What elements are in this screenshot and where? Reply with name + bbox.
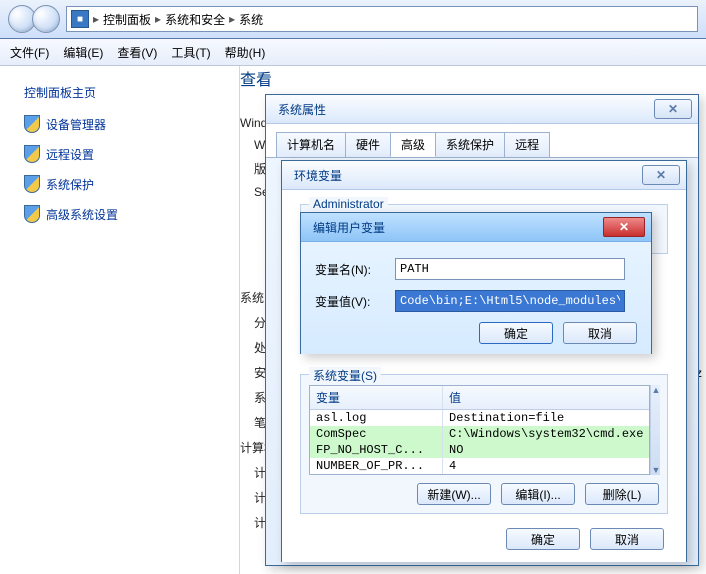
chevron-right-icon: ▸ xyxy=(229,12,235,26)
tab-advanced[interactable]: 高级 xyxy=(390,132,436,157)
menu-help[interactable]: 帮助(H) xyxy=(225,44,266,61)
menu-view[interactable]: 查看(V) xyxy=(117,44,157,61)
breadcrumb-item[interactable]: 系统 xyxy=(239,11,263,28)
dialog-title: 环境变量 xyxy=(294,167,342,184)
shield-icon xyxy=(24,205,40,223)
tab-remote[interactable]: 远程 xyxy=(504,132,550,157)
menu-bar: 文件(F) 编辑(E) 查看(V) 工具(T) 帮助(H) xyxy=(0,39,706,66)
ok-button[interactable]: 确定 xyxy=(506,528,580,550)
group-legend: Administrator xyxy=(309,197,388,211)
list-row[interactable]: ComSpecC:\Windows\system32\cmd.exe xyxy=(310,426,649,442)
sidebar-link-remote-settings[interactable]: 远程设置 xyxy=(24,145,239,163)
sidebar-title: 控制面板主页 xyxy=(24,84,239,101)
scroll-up-icon[interactable]: ▲ xyxy=(651,385,660,395)
chevron-right-icon: ▸ xyxy=(93,12,99,26)
variable-value-input[interactable] xyxy=(395,290,625,312)
breadcrumb-item[interactable]: 系统和安全 xyxy=(165,11,225,28)
page-title: 查看 xyxy=(240,66,706,90)
cancel-button[interactable]: 取消 xyxy=(563,322,637,344)
menu-tools[interactable]: 工具(T) xyxy=(171,44,210,61)
tab-computer-name[interactable]: 计算机名 xyxy=(276,132,346,157)
breadcrumb[interactable]: ■ ▸ 控制面板 ▸ 系统和安全 ▸ 系统 xyxy=(66,6,698,32)
cancel-button[interactable]: 取消 xyxy=(590,528,664,550)
list-row[interactable]: FP_NO_HOST_C...NO xyxy=(310,442,649,458)
variable-name-label: 变量名(N): xyxy=(315,261,395,278)
close-button[interactable]: ✕ xyxy=(654,99,692,119)
dialog-title: 编辑用户变量 xyxy=(313,219,385,236)
list-row[interactable]: NUMBER_OF_PR...4 xyxy=(310,458,649,474)
system-variables-list[interactable]: 变量 值 asl.logDestination=file ComSpecC:\W… xyxy=(309,385,650,475)
new-system-var-button[interactable]: 新建(W)... xyxy=(417,483,491,505)
sidebar-link-device-manager[interactable]: 设备管理器 xyxy=(24,115,239,133)
ok-button[interactable]: 确定 xyxy=(479,322,553,344)
variable-value-label: 变量值(V): xyxy=(315,293,395,310)
breadcrumb-item[interactable]: 控制面板 xyxy=(103,11,151,28)
close-button[interactable]: ✕ xyxy=(603,217,645,237)
shield-icon xyxy=(24,145,40,163)
shield-icon xyxy=(24,175,40,193)
variable-name-input[interactable] xyxy=(395,258,625,280)
system-variables-group: 系统变量(S) 变量 值 asl.logDestination=file Com… xyxy=(300,374,668,514)
dialog-edit-user-variable: 编辑用户变量 ✕ 变量名(N): 变量值(V): 确定 取消 xyxy=(300,212,652,354)
column-header-variable[interactable]: 变量 xyxy=(310,386,443,409)
tab-strip: 计算机名 硬件 高级 系统保护 远程 xyxy=(266,124,698,158)
control-panel-icon: ■ xyxy=(71,10,89,28)
edit-system-var-button[interactable]: 编辑(I)... xyxy=(501,483,575,505)
group-legend: 系统变量(S) xyxy=(309,367,381,384)
tab-hardware[interactable]: 硬件 xyxy=(345,132,391,157)
sidebar-link-system-protection[interactable]: 系统保护 xyxy=(24,175,239,193)
delete-system-var-button[interactable]: 删除(L) xyxy=(585,483,659,505)
scrollbar[interactable]: ▲▼ xyxy=(650,385,660,475)
sidebar-link-advanced-settings[interactable]: 高级系统设置 xyxy=(24,205,239,223)
nav-back-forward[interactable] xyxy=(8,5,60,33)
dialog-title: 系统属性 xyxy=(278,101,326,118)
nav-forward-button[interactable] xyxy=(32,5,60,33)
column-header-value[interactable]: 值 xyxy=(443,386,649,409)
sidebar: 控制面板主页 设备管理器 远程设置 系统保护 高级系统设置 xyxy=(0,66,240,574)
close-button[interactable]: ✕ xyxy=(642,165,680,185)
chevron-right-icon: ▸ xyxy=(155,12,161,26)
menu-file[interactable]: 文件(F) xyxy=(10,44,49,61)
menu-edit[interactable]: 编辑(E) xyxy=(63,44,103,61)
scroll-down-icon[interactable]: ▼ xyxy=(651,465,660,475)
tab-system-protection[interactable]: 系统保护 xyxy=(435,132,505,157)
list-row[interactable]: asl.logDestination=file xyxy=(310,410,649,426)
address-bar: ■ ▸ 控制面板 ▸ 系统和安全 ▸ 系统 xyxy=(0,0,706,39)
shield-icon xyxy=(24,115,40,133)
